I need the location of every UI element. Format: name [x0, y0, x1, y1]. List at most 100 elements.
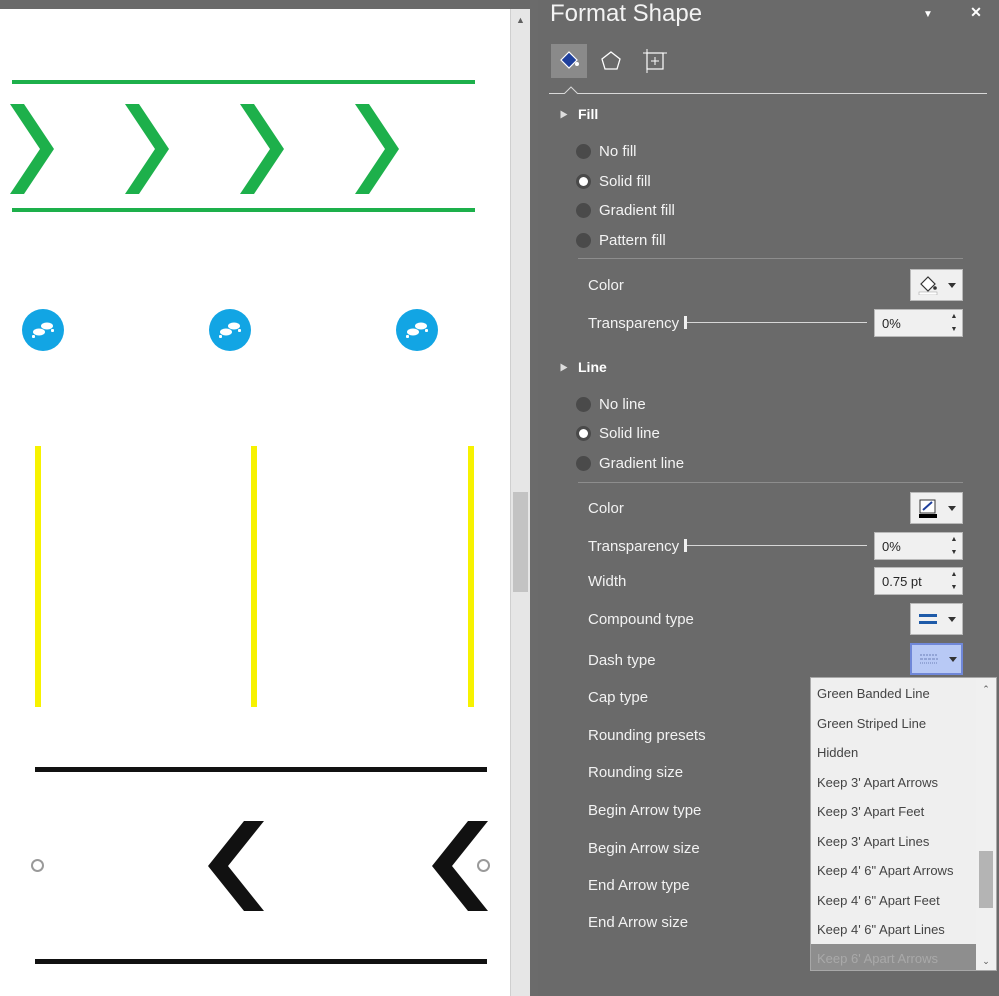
fill-transparency-input[interactable]: 0% ▲ ▼ [874, 309, 963, 337]
effects-tab[interactable] [593, 44, 629, 78]
spin-up-icon[interactable]: ▲ [951, 571, 958, 578]
dropdown-item[interactable]: Keep 4' 6" Apart Feet [811, 886, 977, 916]
dropdown-item[interactable]: Green Banded Line [811, 679, 977, 709]
dropdown-item[interactable]: Keep 4' 6" Apart Lines [811, 915, 977, 945]
solid-line-radio[interactable]: Solid line [576, 422, 660, 444]
chevron-down-icon [948, 282, 956, 288]
line-transparency-input[interactable]: 0% ▲ ▼ [874, 532, 963, 560]
dropdown-item-highlighted[interactable]: Keep 6' Apart Arrows [811, 944, 977, 970]
canvas-top-strip [0, 0, 510, 9]
end-arrow-size-label: End Arrow size [588, 914, 689, 931]
end-arrow-type-label: End Arrow type [588, 877, 690, 894]
green-band-bottom-line[interactable] [12, 208, 475, 212]
black-arrow-bottom-line[interactable] [35, 959, 487, 964]
dropdown-scrollbar[interactable]: ⌃ ⌄ [976, 678, 996, 970]
compound-lines-icon [919, 614, 937, 624]
green-chevron-icon [10, 104, 54, 194]
spin-down-icon[interactable]: ▼ [951, 549, 958, 556]
panel-options-icon[interactable]: ▼ [918, 4, 938, 24]
radio-button[interactable] [576, 173, 591, 189]
dash-type-label: Dash type [588, 652, 656, 669]
yellow-divider-line[interactable] [35, 446, 41, 707]
dropdown-item[interactable]: Keep 3' Apart Lines [811, 827, 977, 857]
line-width-input[interactable]: 0.75 pt ▲ ▼ [874, 567, 963, 595]
chevron-down-icon [948, 505, 956, 511]
canvas-scroll-thumb[interactable] [513, 492, 528, 592]
collapse-triangle-icon [560, 363, 568, 372]
fill-transparency-slider[interactable] [684, 316, 867, 330]
footprints-icon [22, 309, 64, 351]
slider-knob[interactable] [684, 316, 687, 329]
dash-type-dropdown[interactable]: Green Banded Line Green Striped Line Hid… [810, 677, 997, 971]
fill-line-tab[interactable] [551, 44, 587, 78]
no-fill-radio[interactable]: No fill [576, 140, 637, 162]
black-arrow-top-line[interactable] [35, 767, 487, 772]
tab-divider [549, 93, 987, 94]
gradient-fill-radio[interactable]: Gradient fill [576, 199, 675, 221]
dropdown-item[interactable]: Keep 3' Apart Arrows [811, 768, 977, 798]
spin-down-icon[interactable]: ▼ [951, 584, 958, 591]
green-chevron-icon [355, 104, 399, 194]
scroll-up-icon[interactable]: ▲ [511, 11, 530, 29]
pattern-fill-radio[interactable]: Pattern fill [576, 229, 666, 251]
line-color-button[interactable] [910, 492, 963, 524]
footprints-icon [209, 309, 251, 351]
dash-type-button[interactable] [910, 643, 963, 675]
green-chevron-icon [125, 104, 169, 194]
fill-color-label: Color [588, 277, 624, 294]
chevron-down-icon [949, 656, 957, 662]
radio-button[interactable] [576, 455, 591, 471]
radio-button[interactable] [576, 425, 591, 441]
line-transparency-slider[interactable] [684, 539, 867, 553]
selection-handle[interactable] [477, 859, 490, 872]
scroll-up-icon[interactable]: ⌃ [976, 680, 996, 698]
line-transparency-label: Transparency [588, 538, 680, 555]
size-properties-icon [643, 49, 667, 73]
dropdown-item[interactable]: Green Striped Line [811, 709, 977, 739]
compound-type-button[interactable] [910, 603, 963, 635]
slider-knob[interactable] [684, 539, 687, 552]
collapse-triangle-icon [560, 110, 568, 119]
tab-pointer [564, 86, 578, 94]
line-color-label: Color [588, 500, 624, 517]
panel-title: Format Shape [550, 0, 703, 27]
green-band-top-line[interactable] [12, 80, 475, 84]
scroll-down-icon[interactable]: ⌄ [976, 952, 996, 970]
dropdown-item[interactable]: Keep 3' Apart Feet [811, 797, 977, 827]
divider [578, 482, 963, 483]
dropdown-item[interactable]: Hidden [811, 738, 977, 768]
radio-button[interactable] [576, 202, 591, 218]
outline-color-icon [919, 499, 937, 518]
dropdown-scroll-thumb[interactable] [979, 851, 993, 908]
canvas-scrollbar[interactable]: ▲ [510, 9, 530, 996]
gradient-line-radio[interactable]: Gradient line [576, 452, 684, 474]
chevron-down-icon [948, 616, 956, 622]
spin-up-icon[interactable]: ▲ [951, 536, 958, 543]
line-width-label: Width [588, 573, 627, 590]
line-section-header[interactable]: Line [560, 359, 607, 375]
no-line-radio[interactable]: No line [576, 393, 646, 415]
close-icon[interactable]: ✕ [966, 2, 986, 22]
dropdown-item[interactable]: Keep 4' 6" Apart Arrows [811, 856, 977, 886]
size-properties-tab[interactable] [637, 44, 673, 78]
fill-color-button[interactable] [910, 269, 963, 301]
slide-canvas[interactable] [0, 9, 510, 996]
spin-down-icon[interactable]: ▼ [951, 326, 958, 333]
cap-type-label: Cap type [588, 689, 649, 706]
begin-arrow-type-label: Begin Arrow type [588, 802, 702, 819]
dash-lines-icon [920, 654, 938, 664]
begin-arrow-size-label: Begin Arrow size [588, 840, 700, 857]
yellow-divider-line[interactable] [251, 446, 257, 707]
paint-bucket-icon [560, 51, 579, 69]
yellow-divider-line[interactable] [468, 446, 474, 707]
radio-button[interactable] [576, 396, 591, 412]
panel-splitter [530, 0, 538, 996]
radio-button[interactable] [576, 143, 591, 159]
rounding-presets-label: Rounding presets [588, 727, 706, 744]
fill-section-header[interactable]: Fill [560, 106, 598, 122]
black-chevron-icon [208, 821, 264, 911]
selection-handle[interactable] [31, 859, 44, 872]
radio-button[interactable] [576, 232, 591, 248]
solid-fill-radio[interactable]: Solid fill [576, 170, 651, 192]
spin-up-icon[interactable]: ▲ [951, 313, 958, 320]
